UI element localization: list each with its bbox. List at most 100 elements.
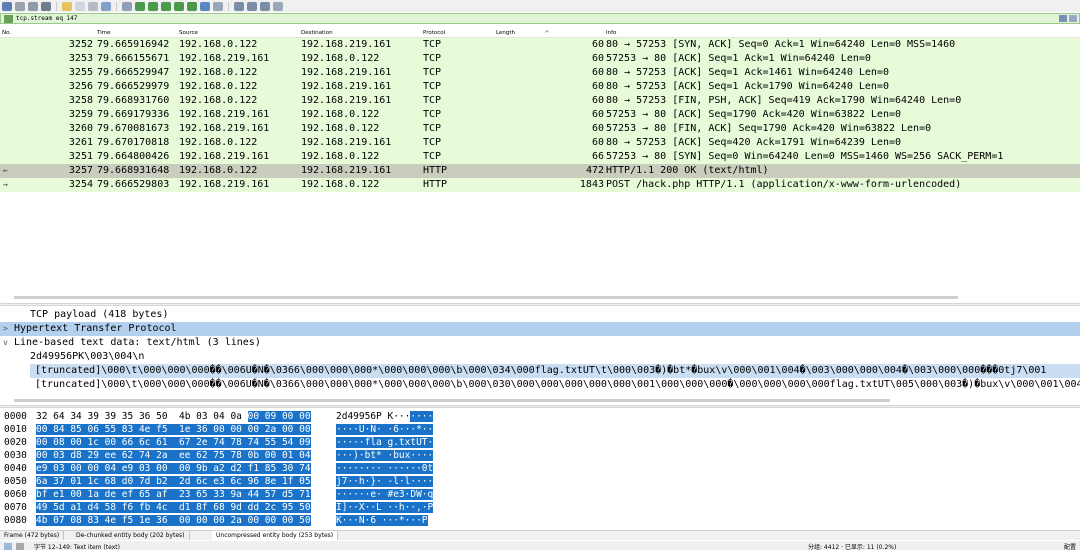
go-first-icon[interactable]	[174, 1, 184, 11]
byte-hex[interactable]: bf e1 00 1a de ef 65 af 23 65 33 9a 44 5…	[36, 488, 311, 501]
byte-ascii[interactable]: I]··X··L ··h··,·P	[336, 501, 434, 514]
byte-ascii[interactable]: ······e· #e3·DW·q	[336, 488, 434, 501]
go-forward-icon[interactable]	[148, 1, 158, 11]
byte-row[interactable]: 0000 32 64 34 39 39 35 36 50 4b 03 04 0a …	[0, 410, 1080, 423]
packet-info: 80 → 57253 [ACK] Seq=1 Ack=1790 Win=6424…	[606, 81, 889, 92]
byte-ascii[interactable]: ········ ······0t	[336, 462, 434, 475]
byte-row[interactable]: 0060 bf e1 00 1a de ef 65 af 23 65 33 9a …	[0, 488, 1080, 501]
byte-row[interactable]: 0080 4b 07 08 83 4e f5 1e 36 00 00 00 2a …	[0, 514, 1080, 527]
packet-row[interactable]: 3258 79.668931760 192.168.0.122 192.168.219…	[0, 94, 1080, 108]
status-profile[interactable]: 配置	[1064, 542, 1076, 550]
byte-ascii[interactable]: ···)·bt* ·bux····	[336, 449, 434, 462]
packet-row[interactable]: 3251 79.664800426 192.168.219.161 192.168.0…	[0, 150, 1080, 164]
byte-ascii[interactable]: ·····fla g.txtUT·	[336, 436, 434, 449]
byte-row[interactable]: 0050 6a 37 01 1c 68 d0 7d b2 2d 6c e3 6c …	[0, 475, 1080, 488]
detail-text-line[interactable]: [truncated]\000\t\000\000\000��\006U�N�\…	[0, 378, 1080, 392]
detail-text-line-1: 2d49956PK\003\004\n	[30, 351, 145, 362]
resize-columns-icon[interactable]	[273, 1, 283, 11]
interface-list-icon[interactable]	[2, 1, 12, 11]
go-to-packet-icon[interactable]	[161, 1, 171, 11]
byte-hex[interactable]: 00 08 00 1c 00 66 6c 61 67 2e 74 78 74 5…	[36, 436, 311, 449]
packet-length: 60	[591, 95, 604, 106]
tab-uncompressed-entity-body[interactable]: Uncompressed entity body (253 bytes)	[212, 531, 339, 540]
column-length[interactable]: Length	[496, 30, 515, 36]
collapse-arrow-icon[interactable]: v	[3, 336, 8, 350]
packet-length: 60	[591, 53, 604, 64]
byte-row[interactable]: 0030 00 03 d8 29 ee 62 74 2a ee 62 75 78 …	[0, 449, 1080, 462]
details-scrollbar[interactable]	[14, 399, 890, 402]
packet-info: 80 → 57253 [SYN, ACK] Seq=0 Ack=1 Win=64…	[606, 39, 956, 50]
column-no[interactable]: No.	[2, 30, 11, 36]
find-packet-icon[interactable]	[122, 1, 132, 11]
packet-list-scrollbar[interactable]	[14, 296, 958, 299]
byte-row[interactable]: 0010 00 84 85 06 55 83 4e f5 1e 36 00 00 …	[0, 423, 1080, 436]
expand-arrow-icon[interactable]: >	[3, 322, 8, 336]
zoom-in-icon[interactable]	[234, 1, 244, 11]
packet-length: 60	[591, 137, 604, 148]
byte-ascii[interactable]: K···N·6 ···*···P	[336, 514, 428, 527]
colorize-icon[interactable]	[213, 1, 223, 11]
start-capture-icon[interactable]	[15, 1, 25, 11]
byte-hex[interactable]: 49 5d a1 d4 58 f6 fb 4c d1 8f 68 9d dd 2…	[36, 501, 311, 514]
display-filter-bar	[0, 13, 1080, 24]
open-file-icon[interactable]	[62, 1, 72, 11]
column-info[interactable]: Info	[606, 30, 616, 36]
byte-ascii[interactable]: 2d49956P K·······	[336, 410, 434, 423]
byte-row[interactable]: 0020 00 08 00 1c 00 66 6c 61 67 2e 74 78 …	[0, 436, 1080, 449]
column-source[interactable]: Source	[179, 30, 198, 36]
save-file-icon[interactable]	[75, 1, 85, 11]
byte-row[interactable]: 0040 e9 03 00 00 04 e9 03 00 00 9b a2 d2 …	[0, 462, 1080, 475]
clear-filter-icon[interactable]	[1059, 15, 1067, 22]
byte-hex[interactable]: 4b 07 08 83 4e f5 1e 36 00 00 00 2a 00 0…	[36, 514, 311, 527]
stop-capture-icon[interactable]	[28, 1, 38, 11]
column-protocol[interactable]: Protocol	[423, 30, 445, 36]
bytes-tab-bar: Frame (472 bytes) De-chunked entity body…	[0, 530, 1080, 540]
pane-splitter[interactable]	[0, 405, 1080, 408]
capture-options-icon[interactable]	[41, 1, 51, 11]
byte-ascii-selected: ····	[410, 411, 434, 422]
packet-row[interactable]: 3260 79.670081673 192.168.219.161 192.168.0…	[0, 122, 1080, 136]
packet-row[interactable]: 3255 79.666529947 192.168.0.122 192.168.219…	[0, 66, 1080, 80]
detail-tcp-payload[interactable]: TCP payload (418 bytes)	[0, 308, 1080, 322]
packet-row[interactable]: 3256 79.666529979 192.168.0.122 192.168.219…	[0, 80, 1080, 94]
byte-hex[interactable]: e9 03 00 00 04 e9 03 00 00 9b a2 d2 f1 8…	[36, 462, 311, 475]
go-back-icon[interactable]	[135, 1, 145, 11]
packet-details: TCP payload (418 bytes) > Hypertext Tran…	[0, 306, 1080, 398]
packet-list: 3252 79.665916942 192.168.0.122 192.168.219…	[0, 38, 1080, 294]
packet-row[interactable]: 3259 79.669179336 192.168.219.161 192.168.0…	[0, 108, 1080, 122]
column-time[interactable]: Time	[97, 30, 110, 36]
byte-hex[interactable]: 6a 37 01 1c 68 d0 7d b2 2d 6c e3 6c 96 8…	[36, 475, 311, 488]
apply-filter-icon[interactable]	[1069, 15, 1077, 22]
packet-row[interactable]: 3254 79.666529803 192.168.219.161 192.168.0…	[0, 178, 1080, 192]
display-filter-input[interactable]	[16, 14, 916, 23]
byte-ascii-selected: ······e· #e3·DW·q	[336, 489, 434, 500]
byte-hex[interactable]: 32 64 34 39 39 35 36 50 4b 03 04 0a 00 0…	[36, 410, 311, 423]
tab-frame[interactable]: Frame (472 bytes)	[0, 531, 65, 540]
byte-hex[interactable]: 00 84 85 06 55 83 4e f5 1e 36 00 00 00 2…	[36, 423, 311, 436]
packet-row[interactable]: 3257 79.668931648 192.168.0.122 192.168.219…	[0, 164, 1080, 178]
status-bar: 字节 12–149: Text item (text) 分组: 4412 · 已…	[0, 541, 1080, 550]
packet-row[interactable]: 3252 79.665916942 192.168.0.122 192.168.219…	[0, 38, 1080, 52]
autoscroll-icon[interactable]	[200, 1, 210, 11]
byte-offset: 0000	[4, 411, 27, 422]
reload-icon[interactable]	[101, 1, 111, 11]
byte-row[interactable]: 0070 49 5d a1 d4 58 f6 fb 4c d1 8f 68 9d …	[0, 501, 1080, 514]
zoom-out-icon[interactable]	[247, 1, 257, 11]
packet-row[interactable]: 3261 79.670170818 192.168.0.122 192.168.219…	[0, 136, 1080, 150]
byte-hex[interactable]: 00 03 d8 29 ee 62 74 2a ee 62 75 78 0b 0…	[36, 449, 311, 462]
column-destination[interactable]: Destination	[301, 30, 333, 36]
go-last-icon[interactable]	[187, 1, 197, 11]
byte-ascii-plain: 2d49956P K···	[336, 411, 411, 422]
close-file-icon[interactable]	[88, 1, 98, 11]
byte-ascii[interactable]: ····U·N· ·6···*··	[336, 423, 434, 436]
byte-ascii[interactable]: j7··h·}· -l·l····	[336, 475, 434, 488]
tab-dechunked-entity-body[interactable]: De-chunked entity body (202 bytes)	[72, 531, 190, 540]
zoom-normal-icon[interactable]	[260, 1, 270, 11]
detail-http[interactable]: > Hypertext Transfer Protocol	[0, 322, 1080, 336]
detail-text-line[interactable]: 2d49956PK\003\004\n	[0, 350, 1080, 364]
detail-line-based[interactable]: v Line-based text data: text/html (3 lin…	[0, 336, 1080, 350]
status-packet-counts: 分组: 4412 · 已显示: 11 (0.2%)	[808, 544, 897, 550]
detail-text-line-selected[interactable]: [truncated]\000\t\000\000\000��\006U�N�\…	[30, 364, 1080, 378]
packet-row[interactable]: 3253 79.666155671 192.168.219.161 192.168.0…	[0, 52, 1080, 66]
bookmark-icon[interactable]	[4, 14, 13, 23]
